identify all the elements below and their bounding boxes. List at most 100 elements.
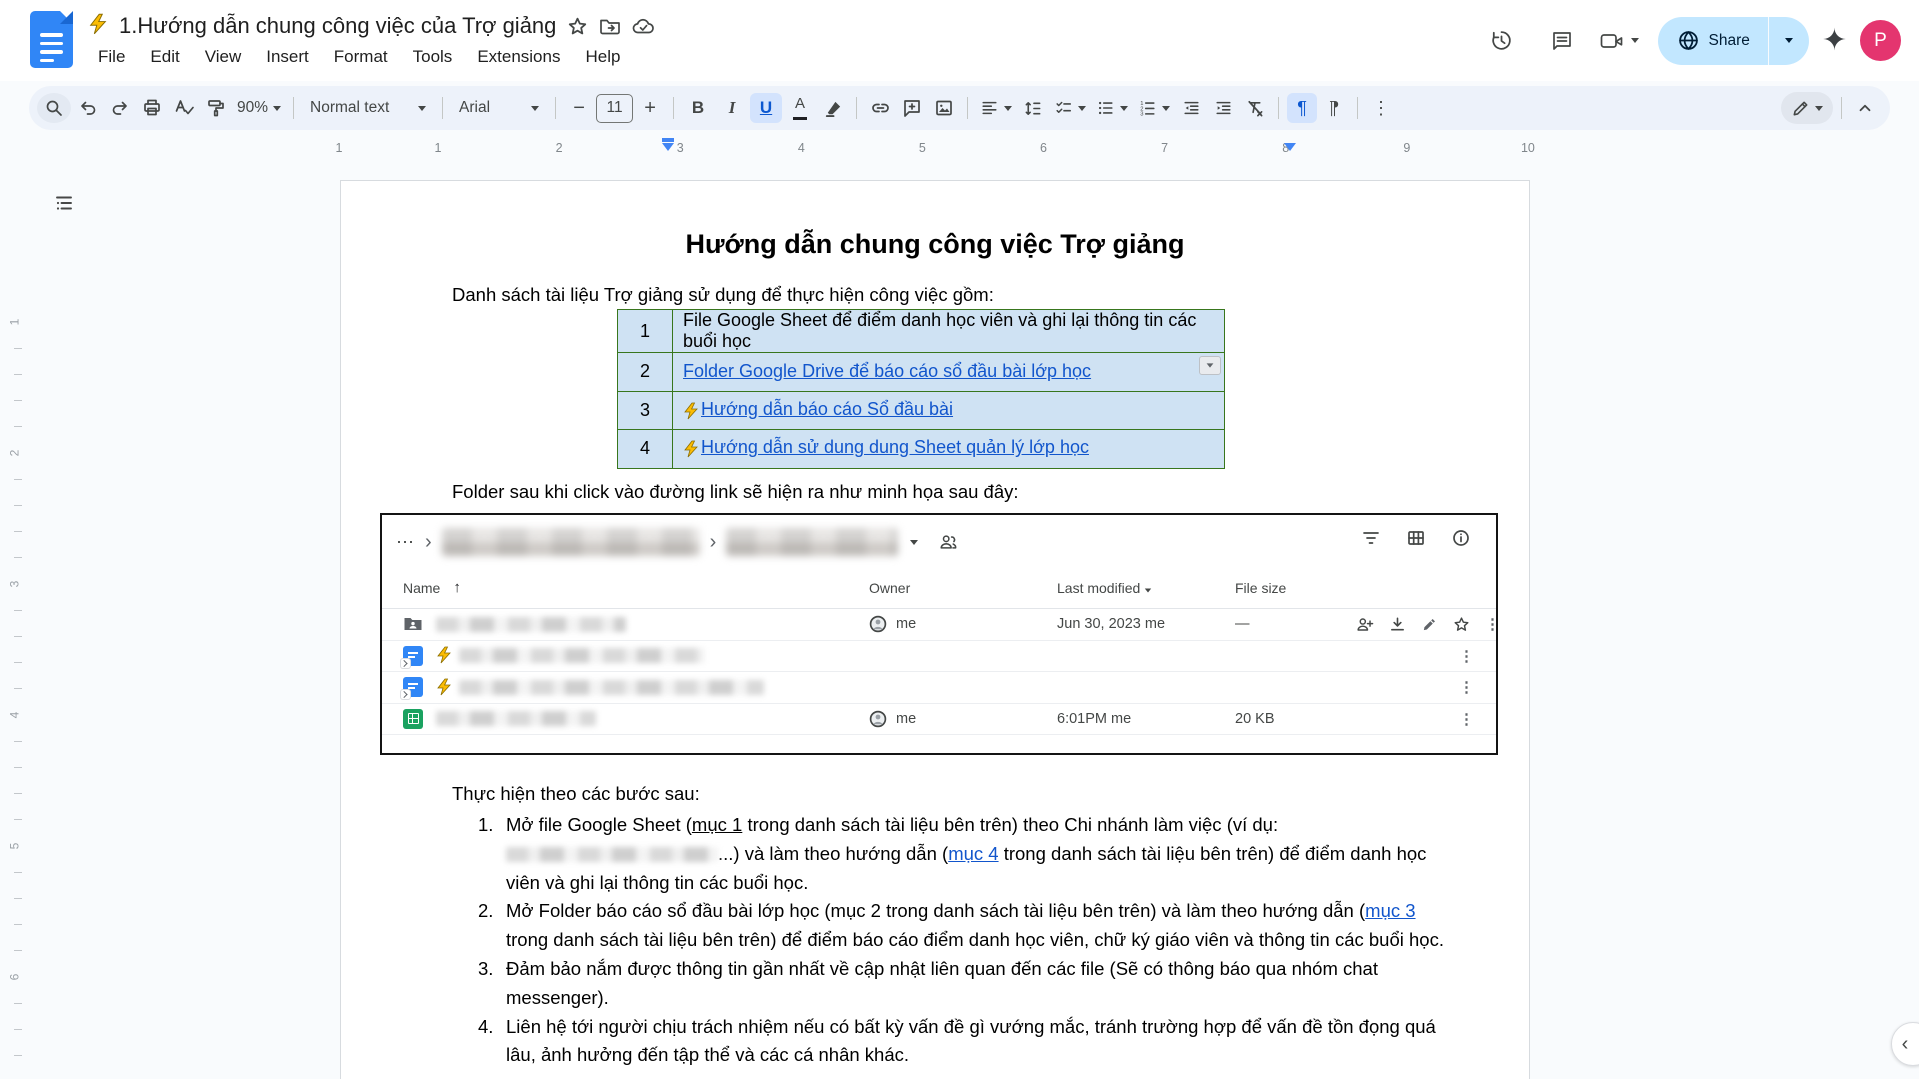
shared-folder-icon — [403, 614, 423, 634]
grid-view-icon[interactable] — [1407, 530, 1425, 546]
menu-format[interactable]: Format — [324, 44, 398, 70]
decrease-indent-icon[interactable] — [1176, 93, 1206, 123]
highlight-color-icon[interactable] — [818, 93, 848, 123]
search-menus-icon[interactable] — [37, 93, 71, 123]
star-icon[interactable] — [1453, 616, 1470, 633]
drive-file-row[interactable]: me 6:01PM me 20 KB ⋮ — [382, 704, 1496, 735]
sort-ascending-icon: ↑ — [453, 579, 461, 596]
undo-icon[interactable] — [73, 93, 103, 123]
bold-icon[interactable]: B — [682, 93, 714, 123]
styles-select[interactable]: Normal text — [302, 93, 434, 123]
increase-font-size-icon[interactable]: + — [635, 93, 665, 123]
document-outline-icon[interactable] — [47, 186, 81, 220]
meet-dropdown-caret[interactable] — [1631, 38, 1640, 43]
italic-icon[interactable]: I — [716, 93, 748, 123]
breadcrumb-folder-redacted[interactable] — [441, 528, 700, 556]
gemini-icon[interactable]: ✦ — [1822, 25, 1847, 56]
more-options-icon[interactable]: ⋮ — [1459, 678, 1474, 696]
step-link[interactable]: mục 3 — [1365, 900, 1415, 921]
comments-icon[interactable] — [1538, 17, 1586, 65]
increase-indent-icon[interactable] — [1208, 93, 1238, 123]
drive-file-row[interactable]: ⋮ — [382, 672, 1496, 704]
redacted-file-name — [436, 711, 596, 727]
underline-icon[interactable]: U — [750, 93, 783, 123]
download-icon[interactable] — [1389, 616, 1406, 633]
clear-formatting-icon[interactable] — [1240, 93, 1270, 123]
account-avatar[interactable]: P — [1860, 20, 1901, 61]
doc-table-link[interactable]: Hướng dẫn báo cáo Sổ đầu bài — [701, 399, 953, 419]
breadcrumb-more-icon[interactable]: ⋯ — [396, 532, 415, 553]
ruler-tick — [14, 636, 22, 637]
menu-view[interactable]: View — [195, 44, 252, 70]
column-size[interactable]: File size — [1235, 580, 1355, 596]
ruler-tick — [14, 1055, 22, 1056]
add-comment-icon[interactable] — [897, 93, 927, 123]
share-dropdown[interactable] — [1769, 17, 1809, 65]
breadcrumb-dropdown-caret[interactable] — [910, 539, 919, 545]
row-actions: ⋮ — [1355, 710, 1496, 728]
doc-table-link[interactable]: Hướng dẫn sử dung dung Sheet quản lý lớp… — [701, 437, 1089, 457]
info-icon[interactable] — [1452, 529, 1470, 547]
column-modified[interactable]: Last modified — [1057, 580, 1235, 596]
doc-table-link[interactable]: Folder Google Drive để báo cáo sổ đầu bà… — [683, 361, 1091, 381]
insert-image-icon[interactable] — [929, 93, 959, 123]
smart-chip-dropdown[interactable] — [1199, 356, 1221, 375]
ltr-paragraph-icon[interactable]: ¶ — [1287, 93, 1318, 123]
redo-icon[interactable] — [105, 93, 135, 123]
toolbar-overflow-icon[interactable]: ⋮ — [1366, 93, 1396, 123]
drive-file-row[interactable]: ⋮ — [382, 641, 1496, 672]
move-folder-icon[interactable] — [599, 16, 621, 36]
checklist-select[interactable] — [1050, 93, 1090, 123]
indent-marker-right[interactable] — [1284, 143, 1296, 151]
document-page[interactable]: Hướng dẫn chung công việc Trợ giảng Danh… — [340, 180, 1530, 1079]
horizontal-ruler[interactable]: 1 1 2 3 4 5 6 7 8 9 10 — [0, 136, 1919, 162]
step-text: Mở file Google Sheet ( — [506, 814, 692, 835]
line-spacing-icon[interactable] — [1018, 93, 1048, 123]
menu-help[interactable]: Help — [575, 44, 630, 70]
rtl-paragraph-icon[interactable]: ¶ — [1319, 93, 1349, 123]
align-select[interactable] — [976, 93, 1016, 123]
print-icon[interactable] — [137, 93, 167, 123]
column-name[interactable]: Name ↑ — [403, 579, 869, 596]
doc-caption: Folder sau khi click vào đường link sẽ h… — [452, 481, 1019, 502]
indent-marker-left[interactable] — [662, 138, 674, 151]
vertical-ruler[interactable]: 1 2 3 4 5 6 — [7, 200, 28, 1056]
insert-link-icon[interactable] — [865, 93, 895, 123]
members-icon[interactable] — [938, 533, 958, 551]
menu-extensions[interactable]: Extensions — [467, 44, 570, 70]
share-button[interactable]: Share — [1658, 17, 1767, 65]
step-link[interactable]: mục 4 — [948, 843, 998, 864]
text-color-icon[interactable]: A — [784, 93, 816, 123]
menu-file[interactable]: File — [88, 44, 135, 70]
menu-insert[interactable]: Insert — [256, 44, 319, 70]
breadcrumb-current-redacted[interactable] — [726, 528, 899, 556]
menu-edit[interactable]: Edit — [140, 44, 189, 70]
numbered-list-select[interactable]: 123 — [1134, 93, 1174, 123]
version-history-icon[interactable] — [1477, 17, 1525, 65]
hide-menus-icon[interactable] — [1850, 93, 1880, 123]
editing-mode-select[interactable] — [1781, 92, 1833, 124]
font-select[interactable]: Arial — [451, 93, 547, 123]
meet-video-icon[interactable] — [1599, 30, 1625, 52]
column-owner[interactable]: Owner — [869, 580, 1057, 596]
cloud-status-icon[interactable] — [632, 17, 655, 36]
paint-format-icon[interactable] — [201, 93, 231, 123]
star-icon[interactable] — [567, 16, 588, 37]
menu-tools[interactable]: Tools — [403, 44, 463, 70]
zoom-select[interactable]: 90% — [233, 93, 285, 123]
rename-pencil-icon[interactable] — [1421, 616, 1438, 633]
bulleted-list-select[interactable] — [1092, 93, 1132, 123]
side-panel-collapse-icon[interactable]: ‹ — [1891, 1022, 1919, 1066]
font-size-input[interactable]: 11 — [596, 93, 634, 123]
decrease-font-size-icon[interactable]: − — [564, 93, 594, 123]
google-docs-logo[interactable] — [30, 11, 73, 68]
more-options-icon[interactable]: ⋮ — [1459, 647, 1474, 665]
more-options-icon[interactable]: ⋮ — [1485, 615, 1500, 633]
filter-icon[interactable] — [1362, 530, 1380, 546]
more-options-icon[interactable]: ⋮ — [1459, 710, 1474, 728]
doc-table-text: File Google Sheet để điểm danh học viên … — [683, 310, 1197, 351]
drive-file-row[interactable]: me Jun 30, 2023 me — ⋮ — [382, 609, 1500, 641]
document-title[interactable]: 1.Hướng dẫn chung công việc của Trợ giản… — [119, 13, 556, 39]
spelling-check-icon[interactable] — [169, 93, 199, 123]
share-person-add-icon[interactable] — [1355, 616, 1374, 633]
